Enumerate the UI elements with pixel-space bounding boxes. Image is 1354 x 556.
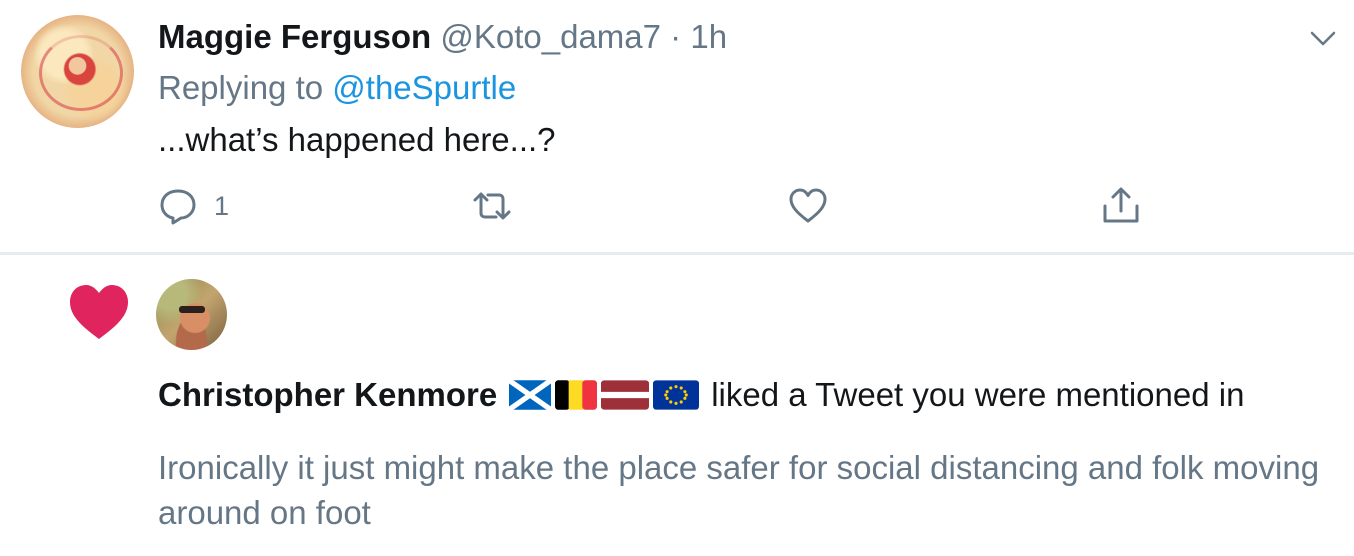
reply-button[interactable]: 1 [158, 186, 229, 226]
share-icon [1103, 187, 1139, 223]
liker-name[interactable]: Christopher Kenmore [158, 375, 497, 415]
like-button[interactable] [788, 186, 828, 226]
tweet-text: ...what’s happened here...? [158, 121, 556, 158]
tweet[interactable]: Maggie Ferguson @Koto_dama7 · 1h Replyin… [0, 0, 1354, 254]
heart-filled-icon [70, 285, 128, 339]
reply-count: 1 [214, 190, 230, 221]
notification-title: Christopher Kenmore liked a Tweet you we… [158, 375, 1244, 415]
chevron-down-icon[interactable] [1308, 26, 1338, 50]
separator: · [670, 18, 682, 55]
latvia-flag-icon [601, 380, 650, 410]
timestamp[interactable]: 1h [690, 18, 727, 55]
tweet-header: Maggie Ferguson @Koto_dama7 · 1h [158, 18, 727, 56]
author-handle[interactable]: @Koto_dama7 [440, 18, 661, 55]
reply-icon [160, 189, 196, 225]
liked-tweet-text[interactable]: Ironically it just might make the place … [158, 445, 1338, 535]
retweet-icon [473, 192, 511, 220]
heart-outline-icon [789, 188, 827, 223]
scotland-flag-icon [509, 380, 552, 410]
eu-flag-icon [653, 380, 700, 410]
avatar[interactable] [156, 279, 227, 350]
like-notification[interactable]: Christopher Kenmore liked a Tweet you we… [0, 255, 1354, 556]
share-button[interactable] [1101, 186, 1141, 226]
belgium-flag-icon [555, 380, 598, 410]
notification-action: liked a Tweet you were mentioned in [711, 376, 1245, 413]
replying-handle-link[interactable]: @theSpurtle [332, 69, 516, 106]
replying-prefix: Replying to [158, 69, 324, 106]
retweet-button[interactable] [472, 186, 512, 226]
replying-to: Replying to @theSpurtle [158, 69, 516, 107]
avatar[interactable] [21, 15, 134, 128]
author-name[interactable]: Maggie Ferguson [158, 18, 431, 55]
